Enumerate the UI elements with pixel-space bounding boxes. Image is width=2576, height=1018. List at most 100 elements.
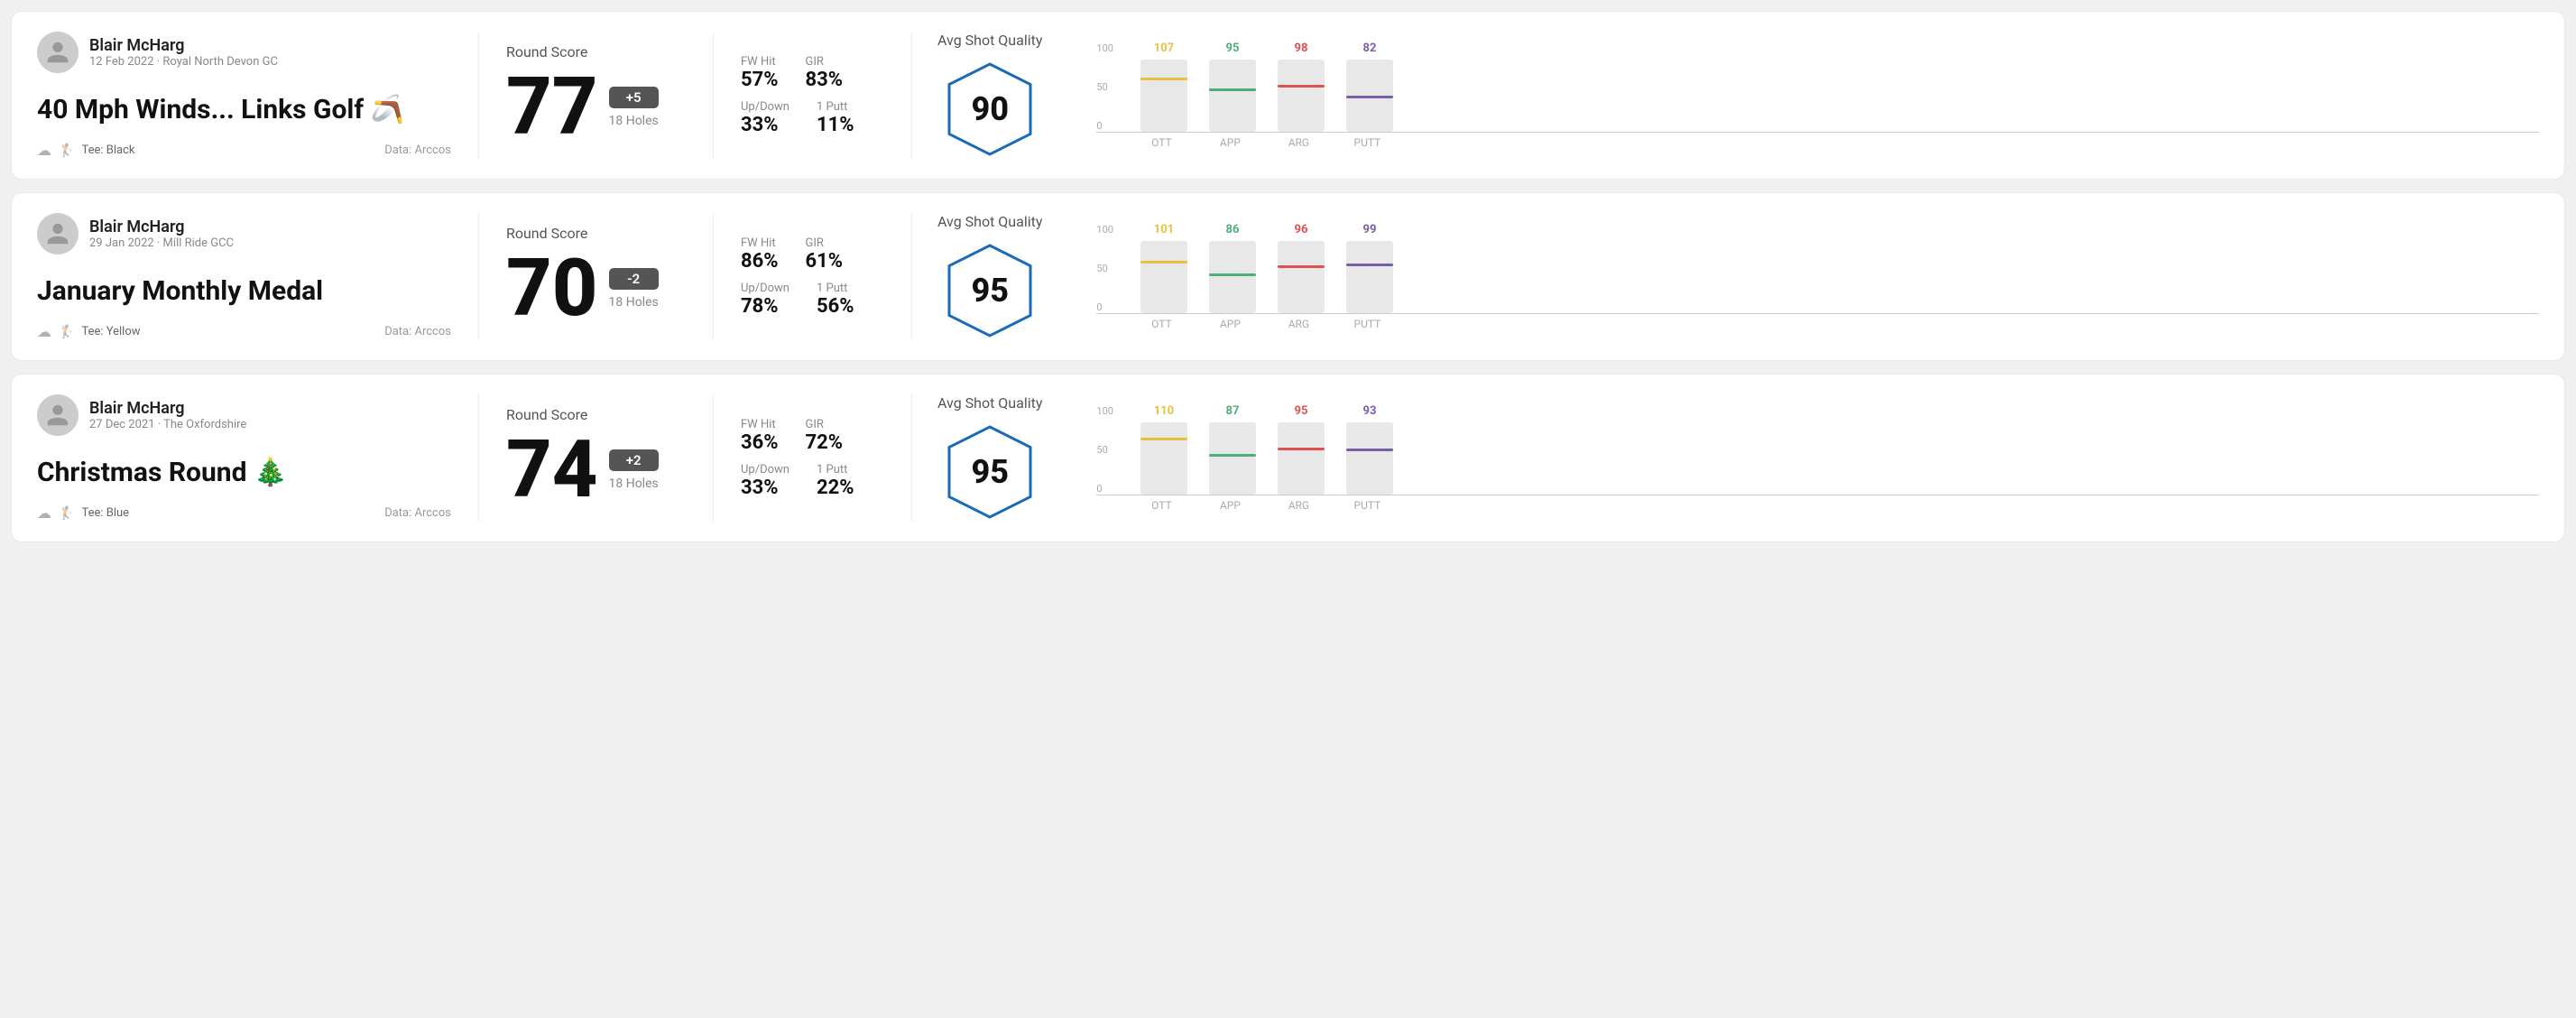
- bar-value-label: 87: [1209, 404, 1256, 418]
- x-axis-label: OTT: [1138, 136, 1185, 149]
- bar-value-label: 101: [1140, 223, 1187, 236]
- stat-item-3: 1 Putt22%: [817, 463, 854, 499]
- x-axis-label: APP: [1206, 136, 1253, 149]
- weather-icon: ☁: [37, 323, 51, 340]
- bag-icon: 🏌: [59, 325, 74, 339]
- stats-row-top: FW Hit36%GIR72%: [741, 418, 884, 454]
- score-number: 70: [506, 249, 598, 329]
- quality-panel: Avg Shot Quality 95 100500101869699OTTAP…: [912, 213, 2539, 340]
- stat-label: GIR: [806, 418, 844, 431]
- score-badge: -2: [609, 268, 659, 290]
- stat-label: 1 Putt: [817, 282, 854, 295]
- tee-info: ☁ 🏌 Tee: Black: [37, 142, 134, 159]
- hexagon-container: 95: [937, 422, 1042, 522]
- x-axis-label: APP: [1206, 499, 1253, 512]
- user-header: Blair McHarg29 Jan 2022 · Mill Ride GCC: [37, 213, 451, 255]
- tee-info: ☁ 🏌 Tee: Yellow: [37, 323, 141, 340]
- stats-row-bottom: Up/Down78% 1 Putt56%: [741, 282, 884, 318]
- x-axis-label: APP: [1206, 318, 1253, 330]
- round-card-round1: Blair McHarg12 Feb 2022 · Royal North De…: [11, 11, 2565, 180]
- bar-value-label: 107: [1140, 42, 1187, 55]
- chart-bars: 100500107959882: [1096, 42, 2539, 133]
- score-number: 77: [506, 68, 598, 147]
- stat-value: 57%: [741, 69, 779, 91]
- score-main: 70-218 Holes: [506, 249, 686, 329]
- card-footer: ☁ 🏌 Tee: Black Data: Arccos: [37, 142, 451, 159]
- chart-bars: 100500101869699: [1096, 224, 2539, 314]
- y-axis-label: 100: [1096, 224, 1113, 236]
- x-axis-label: PUTT: [1343, 136, 1390, 149]
- stat-label: Up/Down: [741, 100, 789, 114]
- bar-value-label: 95: [1209, 42, 1256, 55]
- x-axis-label: ARG: [1275, 318, 1322, 330]
- quality-label: Avg Shot Quality: [937, 394, 1042, 412]
- tee-label: Tee: Black: [81, 143, 134, 157]
- score-badge-block: +518 Holes: [609, 87, 659, 128]
- user-meta: 27 Dec 2021 · The Oxfordshire: [89, 418, 246, 431]
- y-axis-label: 0: [1096, 120, 1113, 132]
- tee-label: Tee: Yellow: [81, 325, 140, 338]
- bar-background: 87: [1209, 422, 1256, 495]
- y-axis-label: 50: [1096, 263, 1113, 274]
- score-holes: 18 Holes: [609, 114, 659, 128]
- bar-line: [1346, 264, 1393, 266]
- score-panel: Round Score 77 +518 Holes: [479, 32, 714, 159]
- y-axis: 100500: [1096, 224, 1113, 313]
- bar-background: 110: [1140, 422, 1187, 495]
- y-axis-label: 50: [1096, 81, 1113, 93]
- bar-line: [1209, 273, 1256, 276]
- data-source: Data: Arccos: [384, 325, 451, 338]
- score-label: Round Score: [506, 43, 686, 60]
- stat-value: 86%: [741, 250, 779, 273]
- avatar: [37, 213, 78, 255]
- bar-background: 99: [1346, 241, 1393, 313]
- user-header: Blair McHarg27 Dec 2021 · The Oxfordshir…: [37, 394, 451, 436]
- stats-row-top: FW Hit86%GIR61%: [741, 236, 884, 273]
- bar-value-label: 99: [1346, 223, 1393, 236]
- bar-line: [1346, 449, 1393, 451]
- hexagon-score: 95: [971, 272, 1009, 310]
- weather-icon: ☁: [37, 504, 51, 522]
- card-footer: ☁ 🏌 Tee: Yellow Data: Arccos: [37, 323, 451, 340]
- stats-panel: FW Hit86%GIR61%Up/Down78%1 Putt56%: [714, 213, 912, 340]
- stat-value: 33%: [741, 477, 789, 499]
- stat-value: 33%: [741, 114, 789, 136]
- stats-row-top: FW Hit57%GIR83%: [741, 55, 884, 91]
- hexagon: 90: [940, 60, 1039, 159]
- bar-background: 107: [1140, 60, 1187, 132]
- bar-chart: 100500101869699OTTAPPARGPUTT: [1069, 224, 2539, 330]
- stat-label: Up/Down: [741, 463, 789, 477]
- score-main: 77 +518 Holes: [506, 68, 686, 147]
- y-axis: 100500: [1096, 405, 1113, 495]
- bar-background: 95: [1209, 60, 1256, 132]
- user-name: Blair McHarg: [89, 36, 278, 55]
- chart-bars: 100500 110 87 95 93: [1096, 405, 2539, 495]
- user-info: Blair McHarg29 Jan 2022 · Mill Ride GCC: [89, 217, 234, 250]
- score-number: 74: [506, 430, 598, 510]
- user-name: Blair McHarg: [89, 399, 246, 418]
- y-axis-label: 50: [1096, 444, 1113, 456]
- data-source: Data: Arccos: [384, 143, 451, 157]
- bar-value-label: 95: [1278, 404, 1325, 418]
- bar-line: [1278, 448, 1325, 450]
- bar-background: 95: [1278, 422, 1325, 495]
- stat-item-2: Up/Down78%: [741, 282, 789, 318]
- stat-item-1: GIR61%: [806, 236, 844, 273]
- stat-value: 56%: [817, 295, 854, 318]
- stats-row-bottom: Up/Down33%1 Putt11%: [741, 100, 884, 136]
- quality-left: Avg Shot Quality 90: [937, 32, 1042, 159]
- stats-row-bottom: Up/Down33% 1 Putt22%: [741, 463, 884, 499]
- avatar: [37, 394, 78, 436]
- bar-value-label: 93: [1346, 404, 1393, 418]
- x-axis: OTTAPPARGPUTT: [1096, 136, 2539, 149]
- quality-label: Avg Shot Quality: [937, 213, 1042, 230]
- bar-background: 93: [1346, 422, 1393, 495]
- score-label: Round Score: [506, 225, 686, 242]
- score-badge-block: +218 Holes: [609, 449, 659, 491]
- bar-value-label: 110: [1140, 404, 1187, 418]
- weather-icon: ☁: [37, 142, 51, 159]
- bar-chart: 100500107959882OTTAPPARGPUTT: [1069, 42, 2539, 149]
- round-card-round2: Blair McHarg29 Jan 2022 · Mill Ride GCCJ…: [11, 192, 2565, 361]
- tee-label: Tee: Blue: [81, 506, 129, 520]
- bar-background: 86: [1209, 241, 1256, 313]
